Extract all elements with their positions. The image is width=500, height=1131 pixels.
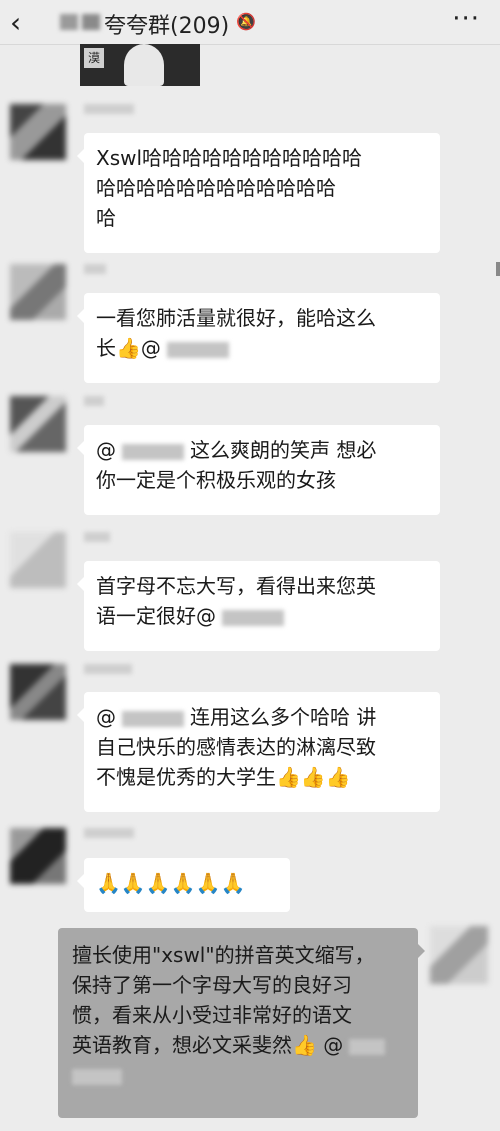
mention-at: @ [96,705,116,729]
blurred-mention [222,609,284,626]
photo-sign: 漠 [84,48,104,68]
message-text: 自己快乐的感情表达的淋漓尽致 [96,735,376,759]
message-text: 英语教育，想必文采斐然👍 @ [72,1033,344,1057]
more-options-icon[interactable]: ··· [452,4,480,34]
avatar[interactable] [10,532,66,588]
message-text: 保持了第一个字母大写的良好习 [72,973,352,997]
my-avatar[interactable] [430,926,488,984]
message-bubble[interactable]: @ 这么爽朗的笑声 想必 你一定是个积极乐观的女孩 [77,425,440,515]
message-text: 不愧是优秀的大学生👍👍👍 [96,765,351,789]
message-text: 这么爽朗的笑声 想必 [190,438,377,462]
message-bubble[interactable]: @ 连用这么多个哈哈 讲 自己快乐的感情表达的淋漓尽致 不愧是优秀的大学生👍👍👍 [77,692,440,812]
message-text: 擅长使用"xswl"的拼音英文缩写， [72,943,375,967]
message-text: 一看您肺活量就很好，能哈这么 [96,306,376,330]
photo-face [124,44,164,86]
message-bubble[interactable]: 首字母不忘大写，看得出来您英 语一定很好@ [77,561,440,651]
blurred-mention [166,341,229,358]
sender-name [84,664,132,674]
back-icon[interactable]: ‹ [10,6,21,39]
scrollbar[interactable] [496,262,500,276]
message-bubble[interactable]: 一看您肺活量就很好，能哈这么 长👍@ [77,293,440,383]
message-bubble[interactable]: Xswl哈哈哈哈哈哈哈哈哈哈哈 哈哈哈哈哈哈哈哈哈哈哈哈 哈 [77,133,440,253]
message-text: 你一定是个积极乐观的女孩 [96,468,336,492]
avatar[interactable] [10,396,66,452]
sender-name [84,396,104,406]
message-text: Xswl哈哈哈哈哈哈哈哈哈哈哈 [96,146,363,170]
avatar[interactable] [10,664,66,720]
sender-name [84,532,110,542]
chat-title: 夸夸群(209) [104,14,230,39]
mute-icon: 🔕 [236,12,256,31]
sender-name [84,264,106,274]
message-text: 首字母不忘大写，看得出来您英 [96,574,376,598]
shared-image[interactable]: 漠 [80,44,200,86]
my-message-bubble[interactable]: 擅长使用"xswl"的拼音英文缩写， 保持了第一个字母大写的良好习 惯，看来从小… [58,928,425,1118]
mention-at: @ [96,438,116,462]
message-text: 长👍@ [96,336,161,360]
blurred-mention [122,710,184,727]
blurred-mention [349,1038,386,1055]
avatar[interactable] [10,828,66,884]
chat-header: ‹ 夸夸群(209) 🔕 ··· [0,0,500,45]
message-text: 哈哈哈哈哈哈哈哈哈哈哈哈 [96,176,336,200]
message-text: 🙏🙏🙏🙏🙏🙏 [96,871,246,895]
avatar[interactable] [10,264,66,320]
blurred-title-prefix [60,14,100,30]
sender-name [84,828,134,838]
avatar[interactable] [10,104,66,160]
message-bubble[interactable]: 🙏🙏🙏🙏🙏🙏 [77,858,290,912]
message-text: 惯，看来从小受过非常好的语文 [72,1003,352,1027]
sender-name [84,104,134,114]
message-text: 语一定很好@ [96,604,216,628]
blurred-mention [72,1068,122,1085]
blurred-mention [122,443,184,460]
message-text: 连用这么多个哈哈 讲 [190,705,377,729]
message-text: 哈 [96,206,116,230]
